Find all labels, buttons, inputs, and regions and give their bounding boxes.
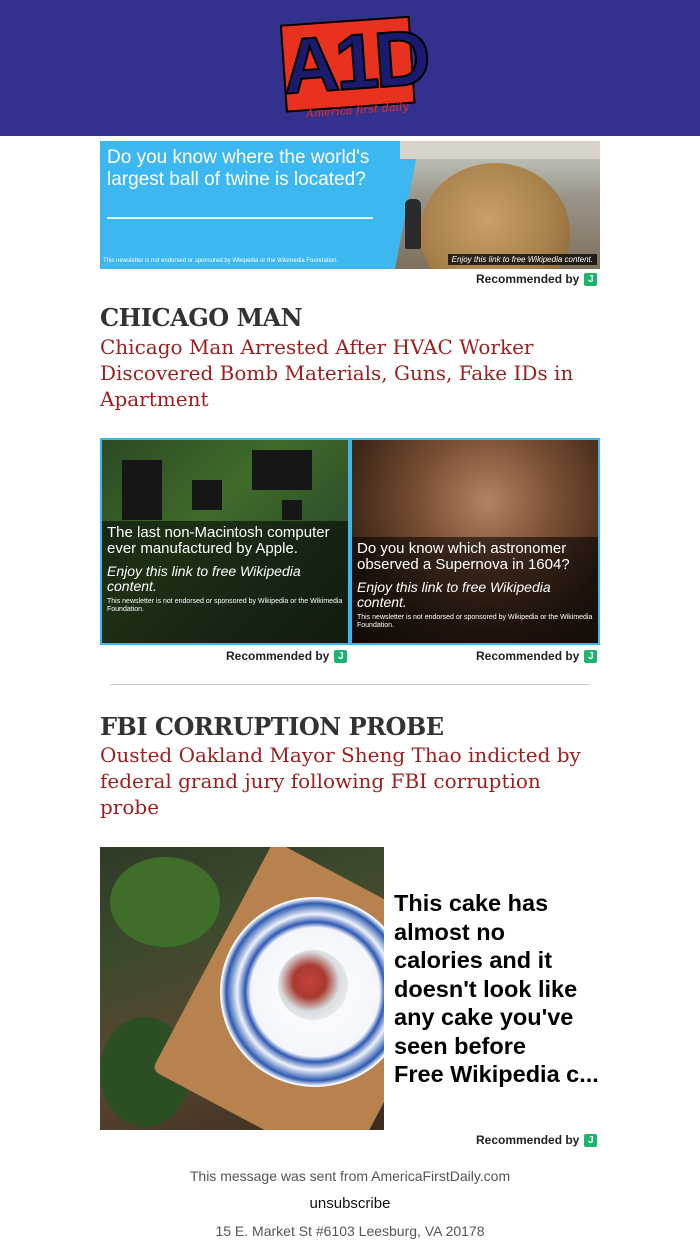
circuit-chip bbox=[192, 480, 222, 510]
recommended-by-text: Recommended by bbox=[226, 649, 330, 663]
recommended-by-text: Recommended by bbox=[476, 272, 580, 286]
footer-address: 15 E. Market St #6103 Leesburg, VA 20178 bbox=[215, 1223, 485, 1239]
recommender-logo-icon: J bbox=[334, 649, 348, 663]
twine-photo-roof bbox=[400, 141, 600, 159]
recommender-logo-icon: J bbox=[584, 649, 598, 663]
twine-ad-disclaimer: This newsletter is not endorsed or spons… bbox=[103, 258, 339, 264]
recommended-by-label[interactable]: Recommended by J bbox=[476, 1133, 598, 1147]
macintosh-ad-disclaimer: This newsletter is not endorsed or spons… bbox=[107, 598, 343, 613]
twine-ad-question: Do you know where the world's largest ba… bbox=[107, 147, 370, 190]
circuit-chip bbox=[122, 460, 162, 520]
logo-text: A1D bbox=[279, 12, 431, 112]
recommended-by-label[interactable]: Recommended by J bbox=[226, 649, 348, 663]
twine-photo-person bbox=[405, 199, 421, 249]
article-link-oakland[interactable]: Ousted Oakland Mayor Sheng Thao indicted… bbox=[100, 742, 600, 820]
article-link-chicago[interactable]: Chicago Man Arrested After HVAC Worker D… bbox=[100, 334, 600, 412]
cake-dessert bbox=[278, 950, 348, 1020]
astronomer-ad-enjoy: Enjoy this link to free Wikipedia conten… bbox=[357, 579, 551, 610]
recommender-logo-icon: J bbox=[584, 1133, 598, 1147]
newsletter-header: A1D America first daily bbox=[0, 0, 700, 136]
section-title-chicago: CHICAGO MAN bbox=[100, 303, 303, 332]
astronomer-ad-title: Do you know which astronomer observed a … bbox=[357, 540, 570, 573]
macintosh-ad-enjoy: Enjoy this link to free Wikipedia conten… bbox=[107, 563, 301, 594]
section-divider bbox=[110, 684, 590, 685]
recommended-by-text: Recommended by bbox=[476, 1133, 580, 1147]
section-title-fbi: FBI CORRUPTION PROBE bbox=[100, 712, 444, 741]
astronomer-ad-card[interactable]: Do you know which astronomer observed a … bbox=[350, 438, 600, 645]
circuit-chip bbox=[282, 500, 302, 520]
macintosh-ad-card[interactable]: The last non-Macintosh computer ever man… bbox=[100, 438, 350, 645]
herb-leaves bbox=[110, 857, 220, 947]
a1d-logo[interactable]: A1D America first daily bbox=[279, 9, 431, 126]
twine-ad-rule bbox=[107, 217, 373, 219]
recommended-by-label[interactable]: Recommended by J bbox=[476, 649, 598, 663]
twine-ad-banner[interactable]: Do you know where the world's largest ba… bbox=[100, 141, 600, 269]
twine-ad-enjoy-label: Enjoy this link to free Wikipedia conten… bbox=[447, 254, 597, 265]
macintosh-ad-caption: The last non-Macintosh computer ever man… bbox=[102, 521, 348, 643]
cake-ad-text[interactable]: This cake has almost no calories and it … bbox=[394, 889, 600, 1089]
cake-ad-subtext: Free Wikipedia c... bbox=[394, 1061, 599, 1087]
macintosh-ad-title: The last non-Macintosh computer ever man… bbox=[107, 524, 330, 557]
footer-sent-from: This message was sent from AmericaFirstD… bbox=[189, 1168, 511, 1184]
recommended-by-text: Recommended by bbox=[476, 649, 580, 663]
unsubscribe-link[interactable]: unsubscribe bbox=[0, 1195, 700, 1212]
astronomer-ad-disclaimer: This newsletter is not endorsed or spons… bbox=[357, 614, 593, 629]
cake-ad-headline: This cake has almost no calories and it … bbox=[394, 890, 578, 1059]
recommended-by-label[interactable]: Recommended by J bbox=[476, 272, 598, 286]
recommender-logo-icon: J bbox=[584, 272, 598, 286]
circuit-chip bbox=[252, 450, 312, 490]
astronomer-ad-caption: Do you know which astronomer observed a … bbox=[352, 537, 598, 643]
cake-ad-image[interactable] bbox=[100, 847, 384, 1130]
